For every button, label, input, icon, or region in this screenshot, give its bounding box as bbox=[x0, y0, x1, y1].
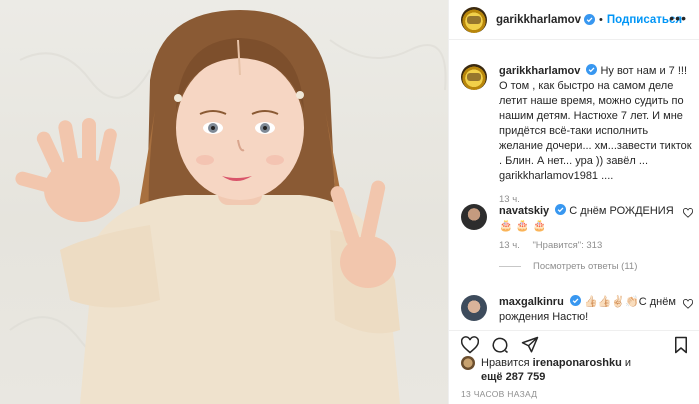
share-paper-plane-icon[interactable] bbox=[521, 336, 539, 354]
save-bookmark-icon[interactable] bbox=[672, 336, 690, 354]
post-timestamp[interactable]: 13 ЧАСОВ НАЗАД bbox=[461, 389, 537, 399]
comment-meta: 13 ч. "Нравится": 313 bbox=[499, 240, 693, 251]
likes-text: Нравится irenaponaroshku и ещё 287 759 bbox=[481, 356, 631, 384]
likes-prefix: Нравится bbox=[481, 357, 530, 369]
verified-badge-icon bbox=[584, 14, 596, 25]
like-comment-heart-icon[interactable] bbox=[683, 299, 693, 309]
post-header: garikkharlamov • Подписаться ••• bbox=[449, 0, 699, 40]
comment-likes[interactable]: "Нравится": 313 bbox=[532, 240, 602, 251]
commenter-avatar[interactable] bbox=[461, 204, 487, 230]
caption-text-block: garikkharlamov Ну вот нам и 7 !!! О том … bbox=[499, 64, 693, 184]
liker-username[interactable]: irenaponaroshku bbox=[533, 357, 622, 369]
action-bar bbox=[449, 330, 699, 356]
comment-text-block: maxgalkinru 👍🏻👍🏻✌🏻👏🏻С днём рождения Наст… bbox=[499, 295, 693, 325]
view-replies-label: Посмотреть ответы (11) bbox=[533, 261, 638, 272]
comment-bubble-icon[interactable] bbox=[491, 336, 509, 354]
comment-item: maxgalkinru 👍🏻👍🏻✌🏻👏🏻С днём рождения Наст… bbox=[461, 295, 693, 325]
caption-text: Ну вот нам и 7 !!! О том , как быстро на… bbox=[499, 65, 692, 182]
comment-time: 13 ч. bbox=[499, 240, 520, 251]
liker-avatar[interactable] bbox=[461, 356, 475, 370]
author-username[interactable]: garikkharlamov bbox=[496, 14, 581, 26]
verified-badge-icon bbox=[586, 64, 598, 75]
post-sidebar: garikkharlamov • Подписаться ••• garikkh… bbox=[448, 0, 699, 404]
post-caption: garikkharlamov Ну вот нам и 7 !!! О том … bbox=[461, 64, 693, 205]
likes-count[interactable]: ещё 287 759 bbox=[481, 371, 545, 383]
verified-badge-icon bbox=[569, 295, 581, 306]
likes-summary: Нравится irenaponaroshku и ещё 287 759 bbox=[461, 356, 631, 384]
likes-and: и bbox=[624, 357, 632, 369]
post-photo[interactable] bbox=[0, 0, 448, 404]
caption-author-avatar[interactable] bbox=[461, 64, 487, 90]
replies-line bbox=[499, 266, 521, 267]
commenter-avatar[interactable] bbox=[461, 295, 487, 321]
like-comment-heart-icon[interactable] bbox=[683, 208, 693, 218]
comment-item: navatskiy С днём РОЖДЕНИЯ 🎂 🎂 🎂 13 ч. "Н… bbox=[461, 204, 693, 272]
view-replies-button[interactable]: Посмотреть ответы (11) bbox=[499, 261, 693, 272]
author-avatar[interactable] bbox=[461, 6, 487, 33]
commenter-username[interactable]: navatskiy bbox=[499, 205, 549, 217]
comment-text-block: navatskiy С днём РОЖДЕНИЯ 🎂 🎂 🎂 bbox=[499, 204, 693, 234]
more-options-icon[interactable]: ••• bbox=[669, 11, 687, 25]
like-heart-icon[interactable] bbox=[461, 336, 479, 354]
commenter-username[interactable]: maxgalkinru bbox=[499, 296, 564, 308]
verified-badge-icon bbox=[555, 204, 567, 215]
comments-list[interactable]: garikkharlamov Ну вот нам и 7 !!! О том … bbox=[449, 41, 699, 328]
girl-photo-illustration bbox=[9, 10, 447, 404]
caption-author-username[interactable]: garikkharlamov bbox=[499, 65, 580, 77]
separator-dot: • bbox=[599, 13, 603, 26]
